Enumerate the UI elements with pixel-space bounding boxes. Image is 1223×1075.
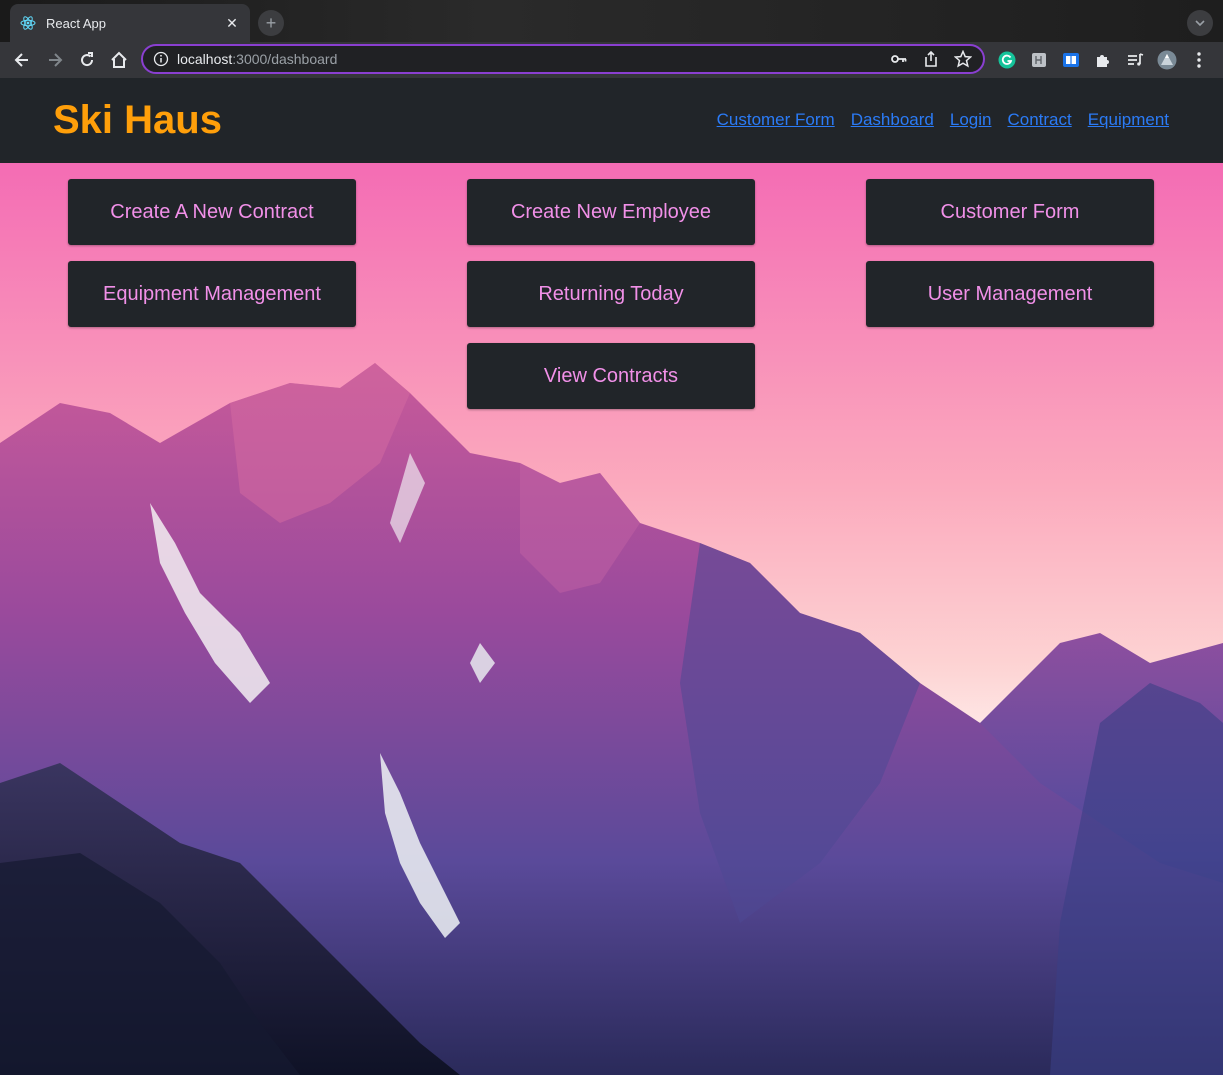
url-path: :3000/dashboard (232, 51, 338, 67)
home-icon[interactable] (107, 48, 131, 72)
nav-link-contract[interactable]: Contract (1007, 110, 1071, 130)
mountain-background: Create A New Contract Create New Employe… (0, 163, 1223, 1075)
nav-links: Customer Form Dashboard Login Contract E… (717, 110, 1169, 130)
site-info-icon[interactable] (153, 51, 169, 67)
brand-logo[interactable]: Ski Haus (53, 98, 222, 143)
key-icon[interactable] (889, 49, 909, 69)
react-logo-icon (20, 15, 36, 31)
customer-form-button[interactable]: Customer Form (866, 179, 1154, 245)
url-text: localhost:3000/dashboard (177, 51, 877, 67)
reader-extension-icon[interactable] (1061, 50, 1081, 70)
create-employee-button[interactable]: Create New Employee (467, 179, 755, 245)
bookmark-star-icon[interactable] (953, 49, 973, 69)
grammarly-icon[interactable] (997, 50, 1017, 70)
browser-tab[interactable]: React App ✕ (10, 4, 250, 42)
returning-today-button[interactable]: Returning Today (467, 261, 755, 327)
site-navbar: Ski Haus Customer Form Dashboard Login C… (0, 78, 1223, 163)
web-page: Ski Haus Customer Form Dashboard Login C… (0, 78, 1223, 1075)
nav-link-equipment[interactable]: Equipment (1088, 110, 1169, 130)
nav-link-customer-form[interactable]: Customer Form (717, 110, 835, 130)
reading-list-icon[interactable] (1125, 50, 1145, 70)
reload-icon[interactable] (75, 48, 99, 72)
tab-strip: React App ✕ + (0, 0, 1223, 42)
user-management-button[interactable]: User Management (866, 261, 1154, 327)
back-icon[interactable] (10, 48, 34, 72)
address-bar[interactable]: localhost:3000/dashboard (141, 44, 985, 74)
chevron-down-icon[interactable] (1187, 10, 1213, 36)
view-contracts-button[interactable]: View Contracts (467, 343, 755, 409)
share-icon[interactable] (921, 49, 941, 69)
tab-title: React App (46, 15, 106, 31)
equipment-management-button[interactable]: Equipment Management (68, 261, 356, 327)
browser-menu-icon[interactable] (1189, 50, 1209, 70)
nav-link-dashboard[interactable]: Dashboard (851, 110, 934, 130)
extension-tile-icon[interactable] (1029, 50, 1049, 70)
close-tab-icon[interactable]: ✕ (224, 15, 240, 31)
forward-icon[interactable] (43, 48, 67, 72)
create-contract-button[interactable]: Create A New Contract (68, 179, 356, 245)
browser-toolbar: localhost:3000/dashboard (0, 42, 1223, 78)
puzzle-extensions-icon[interactable] (1093, 50, 1113, 70)
url-host: localhost (177, 51, 233, 67)
new-tab-icon[interactable]: + (258, 10, 284, 36)
nav-link-login[interactable]: Login (950, 110, 992, 130)
profile-avatar-icon[interactable] (1157, 50, 1177, 70)
